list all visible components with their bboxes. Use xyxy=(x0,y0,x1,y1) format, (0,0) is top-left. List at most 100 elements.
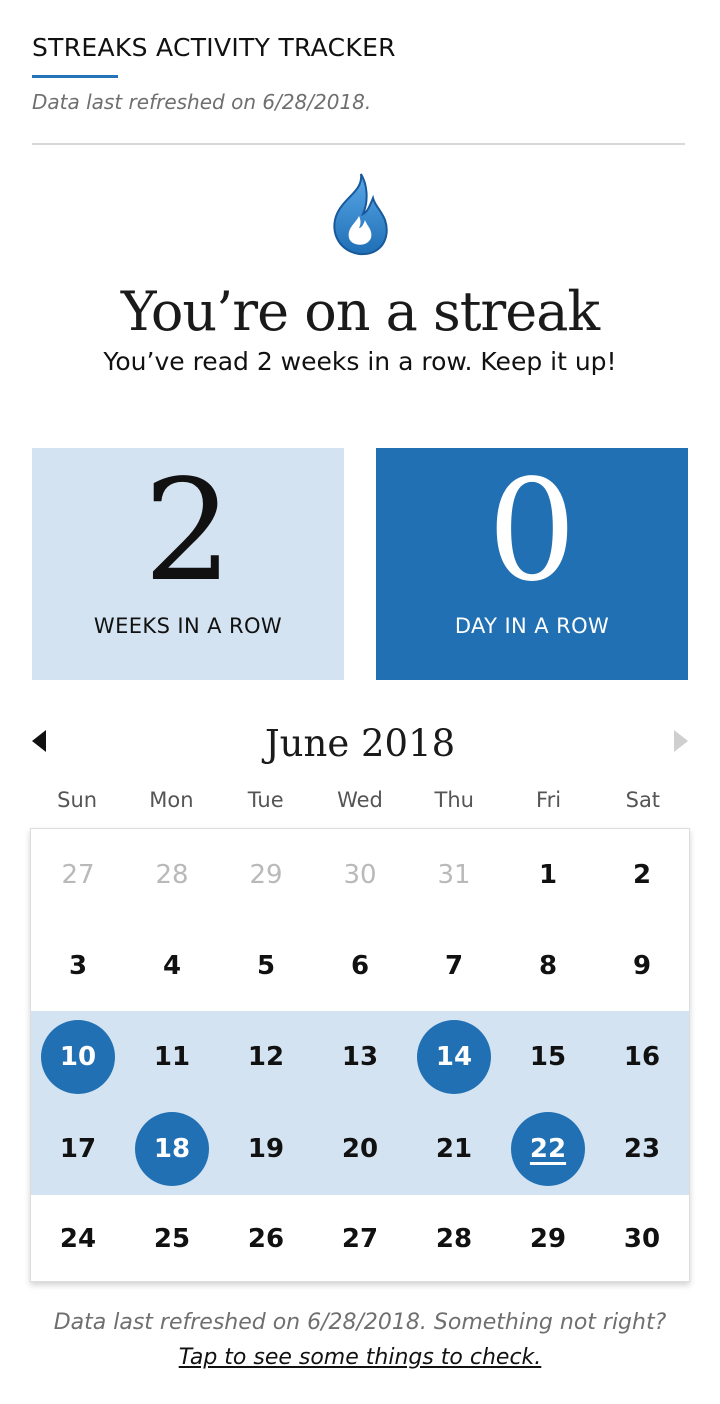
weekday-label: Thu xyxy=(434,788,474,812)
day-number: 17 xyxy=(59,1134,97,1164)
day-number: 10 xyxy=(59,1042,97,1072)
title-underline xyxy=(32,75,118,78)
day-number: 24 xyxy=(59,1224,97,1254)
day-number: 20 xyxy=(341,1134,379,1164)
weekday-label: Wed xyxy=(337,788,383,812)
calendar-day[interactable]: 5 xyxy=(219,920,313,1011)
calendar-day[interactable]: 4 xyxy=(125,920,219,1011)
day-number: 29 xyxy=(249,859,283,890)
calendar-day[interactable]: 3 xyxy=(31,920,125,1011)
day-number: 29 xyxy=(529,1224,567,1254)
weeks-in-a-row-card: 2 WEEKS IN A ROW xyxy=(32,448,344,680)
day-number: 22 xyxy=(529,1134,567,1164)
day-number: 15 xyxy=(529,1042,567,1072)
calendar-day[interactable]: 27 xyxy=(313,1195,407,1283)
weekday-label: Mon xyxy=(149,788,194,812)
days-count: 0 xyxy=(487,450,577,613)
day-number: 27 xyxy=(61,859,95,890)
calendar-day[interactable]: 24 xyxy=(31,1195,125,1283)
calendar-day[interactable]: 20 xyxy=(313,1103,407,1195)
calendar-day-read[interactable]: 22 xyxy=(501,1103,595,1195)
calendar-day[interactable]: 31 xyxy=(407,829,501,920)
day-number: 2 xyxy=(632,859,652,890)
day-number: 18 xyxy=(153,1134,191,1164)
day-number: 12 xyxy=(247,1042,285,1072)
flame-icon xyxy=(333,173,388,256)
calendar-day[interactable]: 28 xyxy=(407,1195,501,1283)
weekday-label: Sat xyxy=(625,788,661,812)
calendar-day[interactable]: 16 xyxy=(595,1011,689,1103)
weekday-label: Tue xyxy=(247,788,284,812)
day-number: 7 xyxy=(444,950,464,981)
calendar-day[interactable]: 12 xyxy=(219,1011,313,1103)
calendar-day-read[interactable]: 10 xyxy=(31,1011,125,1103)
day-number: 28 xyxy=(155,859,189,890)
footer-refresh-note: Data last refreshed on 6/28/2018. Someth… xyxy=(53,1310,667,1335)
calendar-day[interactable]: 11 xyxy=(125,1011,219,1103)
divider xyxy=(32,143,685,145)
weekday-header: Sun Mon Tue Wed Thu Fri Sat xyxy=(30,788,690,818)
page-title: STREAKS ACTIVITY TRACKER xyxy=(32,33,396,62)
calendar-week-row: 10 11 12 13 14 15 16 xyxy=(31,1011,689,1103)
weekday-label: Sun xyxy=(57,788,98,812)
day-number: 25 xyxy=(153,1224,191,1254)
triangle-right-icon[interactable] xyxy=(674,730,688,752)
day-number: 11 xyxy=(153,1042,191,1072)
calendar-day[interactable]: 2 xyxy=(595,829,689,920)
calendar-day-read[interactable]: 18 xyxy=(125,1103,219,1195)
calendar-day[interactable]: 6 xyxy=(313,920,407,1011)
month-navigation: June 2018 xyxy=(0,720,720,766)
calendar-day[interactable]: 19 xyxy=(219,1103,313,1195)
day-number: 19 xyxy=(247,1134,285,1164)
troubleshoot-link[interactable]: Tap to see some things to check. xyxy=(0,1345,720,1370)
day-number: 31 xyxy=(437,859,471,890)
calendar-day[interactable]: 30 xyxy=(313,829,407,920)
streak-subtitle: You’ve read 2 weeks in a row. Keep it up… xyxy=(103,347,617,376)
day-number: 28 xyxy=(435,1224,473,1254)
calendar-grid: 27 28 29 30 31 1 2 3 4 5 6 7 8 9 10 11 12 13 14 15 16 17 18 19 2… xyxy=(30,828,690,1282)
calendar-day[interactable]: 13 xyxy=(313,1011,407,1103)
day-number: 23 xyxy=(623,1134,661,1164)
day-number: 16 xyxy=(623,1042,661,1072)
day-number: 8 xyxy=(538,950,558,981)
calendar-day[interactable]: 30 xyxy=(595,1195,689,1283)
day-number: 4 xyxy=(162,950,182,981)
calendar-day[interactable]: 28 xyxy=(125,829,219,920)
calendar-day[interactable]: 17 xyxy=(31,1103,125,1195)
calendar-day-read[interactable]: 14 xyxy=(407,1011,501,1103)
day-number: 13 xyxy=(341,1042,379,1072)
day-number: 6 xyxy=(350,950,370,981)
calendar-day[interactable]: 8 xyxy=(501,920,595,1011)
streak-headline: You’re on a streak xyxy=(120,280,600,343)
calendar-day[interactable]: 29 xyxy=(219,829,313,920)
day-number: 21 xyxy=(435,1134,473,1164)
calendar-week-row: 27 28 29 30 31 1 2 xyxy=(31,829,689,920)
day-number: 30 xyxy=(343,859,377,890)
day-number: 1 xyxy=(538,859,558,890)
calendar-day[interactable]: 15 xyxy=(501,1011,595,1103)
weeks-count: 2 xyxy=(143,450,233,613)
month-label: June 2018 xyxy=(264,722,456,765)
day-number: 3 xyxy=(68,950,88,981)
day-number: 9 xyxy=(632,950,652,981)
calendar-week-row: 3 4 5 6 7 8 9 xyxy=(31,920,689,1011)
calendar-day[interactable]: 9 xyxy=(595,920,689,1011)
calendar-day[interactable]: 21 xyxy=(407,1103,501,1195)
days-label: DAY IN A ROW xyxy=(454,614,610,638)
calendar-day[interactable]: 23 xyxy=(595,1103,689,1195)
calendar-week-row: 17 18 19 20 21 22 23 xyxy=(31,1103,689,1195)
day-number: 30 xyxy=(623,1224,661,1254)
day-number: 27 xyxy=(341,1224,379,1254)
day-number: 14 xyxy=(435,1042,473,1072)
calendar-week-row: 24 25 26 27 28 29 30 xyxy=(31,1195,689,1283)
day-number: 26 xyxy=(247,1224,285,1254)
calendar-day[interactable]: 29 xyxy=(501,1195,595,1283)
weekday-label: Fri xyxy=(536,788,562,812)
calendar-day[interactable]: 25 xyxy=(125,1195,219,1283)
calendar-day[interactable]: 27 xyxy=(31,829,125,920)
day-number: 5 xyxy=(256,950,276,981)
calendar-day[interactable]: 1 xyxy=(501,829,595,920)
calendar-day[interactable]: 7 xyxy=(407,920,501,1011)
calendar-day[interactable]: 26 xyxy=(219,1195,313,1283)
refresh-timestamp: Data last refreshed on 6/28/2018. xyxy=(32,90,372,114)
